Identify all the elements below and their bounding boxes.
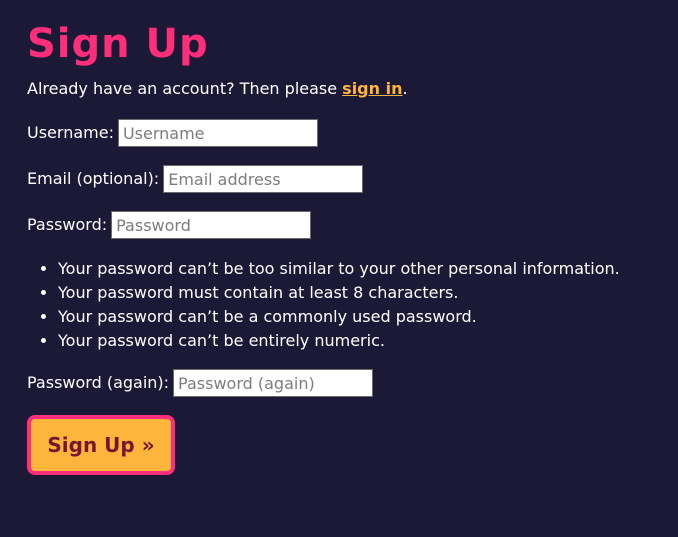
email-input[interactable]	[163, 165, 364, 193]
password-row: Password:	[27, 211, 312, 239]
signin-prompt: Already have an account? Then please sig…	[27, 79, 408, 99]
password-rule: Your password can’t be too similar to yo…	[58, 257, 620, 281]
password-label: Password:	[27, 215, 108, 234]
username-input[interactable]	[117, 119, 318, 147]
password-again-row: Password (again):	[27, 369, 374, 397]
email-label: Email (optional):	[27, 169, 160, 188]
page-title: Sign Up	[27, 21, 209, 67]
signin-prompt-end: .	[402, 79, 408, 98]
sign-up-button[interactable]: Sign Up »	[27, 415, 175, 475]
password-input[interactable]	[111, 211, 312, 239]
signin-prompt-text: Already have an account? Then please	[27, 79, 343, 98]
username-row: Username:	[27, 119, 318, 147]
email-row: Email (optional):	[27, 165, 364, 193]
password-again-input[interactable]	[173, 369, 374, 397]
password-rule: Your password can’t be entirely numeric.	[58, 329, 620, 353]
username-label: Username:	[27, 123, 114, 142]
password-rules-list: Your password can’t be too similar to yo…	[27, 257, 620, 353]
password-rule: Your password can’t be a commonly used p…	[58, 305, 620, 329]
password-rule: Your password must contain at least 8 ch…	[58, 281, 620, 305]
password-again-label: Password (again):	[27, 373, 170, 392]
sign-in-link[interactable]: sign in	[342, 79, 402, 98]
